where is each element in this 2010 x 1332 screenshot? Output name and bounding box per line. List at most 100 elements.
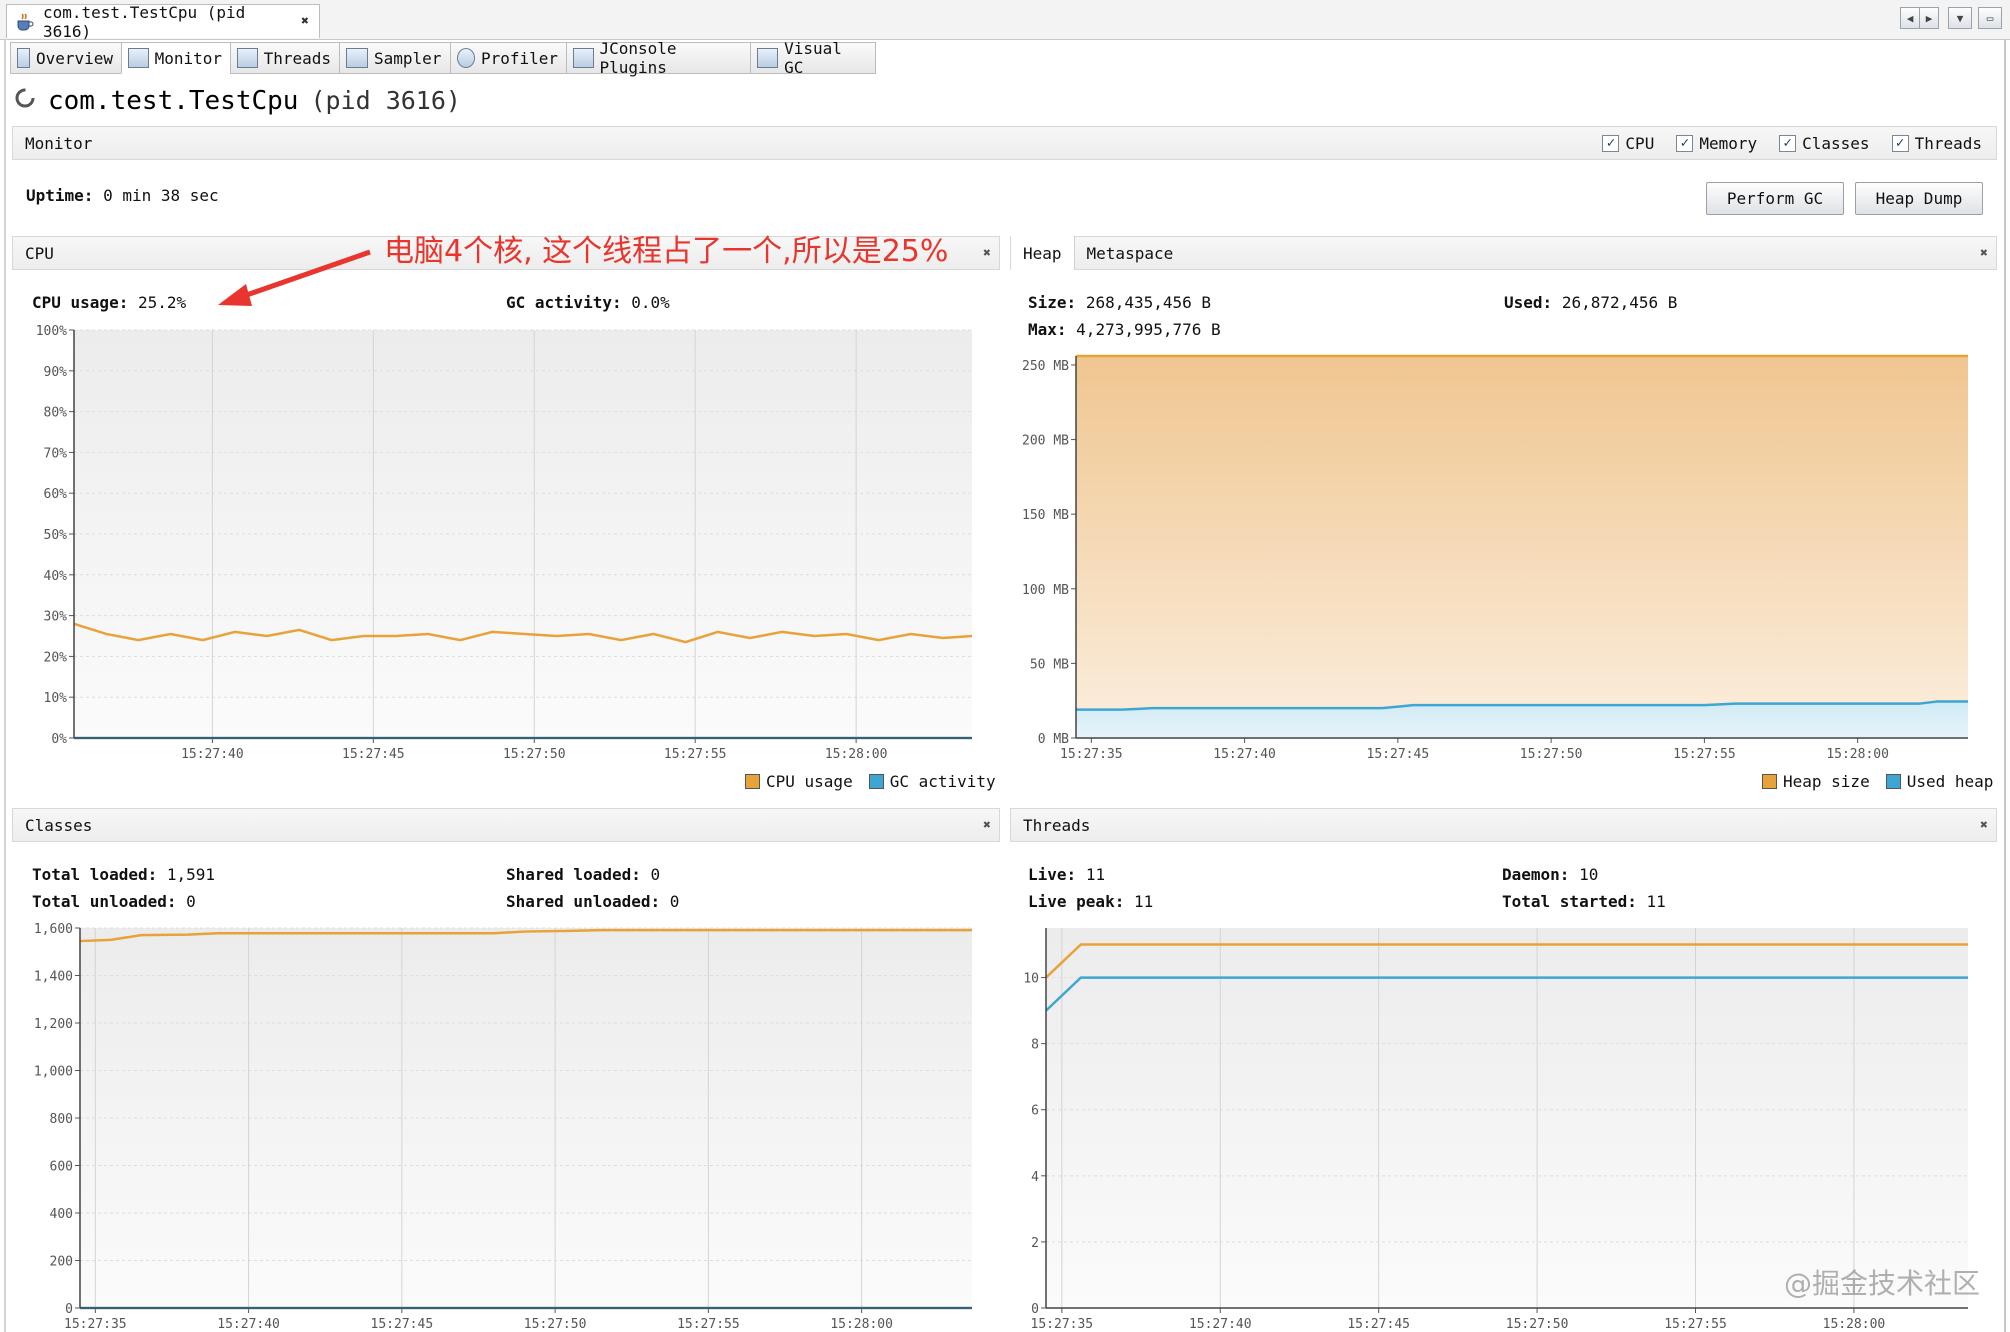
y-tick-label: 0 (1031, 1302, 1039, 1317)
y-tick-label: 90% (44, 365, 68, 380)
stat-value: 11 (1133, 892, 1154, 911)
y-tick-label: 60% (44, 487, 68, 502)
visual-gc-icon (757, 48, 779, 68)
stat-value: 11 (1646, 892, 1666, 911)
x-tick-label: 15:28:00 (1823, 1317, 1886, 1332)
x-tick-label: 15:27:35 (64, 1317, 127, 1332)
tab-threads[interactable]: Threads (230, 42, 340, 74)
live-threads-stat: Live: 11 (1028, 865, 1105, 884)
x-tick-label: 15:27:50 (1520, 747, 1583, 762)
checkbox-memory[interactable]: ✓ Memory (1676, 134, 1757, 153)
close-panel-icon[interactable]: ✖ (1980, 818, 1988, 833)
view-tabs: Overview Monitor Threads Sampler Profile… (10, 39, 876, 77)
shared-unloaded-stat: Shared unloaded: 0 (506, 892, 679, 911)
document-tab[interactable]: com.test.TestCpu (pid 3616) ✖ (6, 3, 320, 41)
dropdown-icon[interactable]: ▼ (1948, 7, 1972, 29)
uptime-value: 0 min 38 sec (103, 186, 219, 205)
y-tick-label: 200 (50, 1255, 73, 1270)
x-tick-label: 15:27:55 (677, 1317, 740, 1332)
x-tick-label: 15:27:40 (1213, 747, 1276, 762)
legend-swatch (745, 774, 760, 789)
x-tick-label: 15:27:45 (1347, 1317, 1410, 1332)
stat-label: Daemon: (1502, 865, 1570, 884)
stat-value: 0.0% (631, 293, 670, 312)
panel-title: Classes (25, 815, 93, 835)
tab-label: Overview (35, 48, 113, 68)
y-tick-label: 0 (65, 1302, 73, 1317)
threads-icon (237, 48, 258, 68)
y-tick-label: 1,400 (34, 970, 73, 985)
checkbox-threads[interactable]: ✓ Threads (1891, 134, 1982, 153)
heap-size-stat: Size: 268,435,456 B (1028, 293, 1211, 312)
tab-label: Visual GC (784, 39, 842, 77)
tab-visual-gc[interactable]: Visual GC (750, 39, 876, 77)
tab-monitor[interactable]: Monitor (121, 42, 231, 74)
cpu-chart: 0% 10% 20% 30% 40% 50% 60% 70% 80% 90% 100% 15:27:4… (36, 324, 973, 762)
y-tick-label: 150 MB (1022, 508, 1069, 523)
tab-jconsole-plugins[interactable]: JConsole Plugins (566, 39, 751, 77)
annotation-text: 电脑4个核, 这个线程占了一个,所以是25% (384, 234, 949, 269)
legend-item: CPU usage (745, 772, 853, 791)
close-panel-icon[interactable]: ✖ (1980, 246, 1988, 261)
maximize-icon[interactable]: ▭ (1978, 7, 2002, 29)
tab-heap[interactable]: Heap (1011, 236, 1075, 270)
close-panel-icon[interactable]: ✖ (983, 818, 991, 833)
checkbox-classes[interactable]: ✓ Classes (1779, 133, 1870, 153)
checkbox-label: Memory (1699, 133, 1758, 153)
stat-label: Total loaded: (32, 865, 158, 884)
close-panel-icon[interactable]: ✖ (983, 246, 991, 261)
tab-metaspace[interactable]: Metaspace (1075, 244, 1186, 263)
stat-value: 10 (1579, 865, 1599, 884)
x-tick-label: 15:27:35 (1060, 747, 1123, 762)
series-area (1076, 356, 1968, 738)
check-icon: ✓ (1602, 134, 1620, 152)
tab-profiler[interactable]: Profiler (450, 42, 567, 74)
heap-dump-button[interactable]: Heap Dump (1855, 182, 1983, 215)
scroll-left-icon[interactable]: ◀ (1900, 7, 1920, 29)
y-tick-label: 600 (50, 1160, 73, 1175)
x-tick-label: 15:27:55 (664, 747, 727, 762)
x-tick-label: 15:27:40 (1189, 1317, 1252, 1332)
stat-value: 0 (186, 892, 196, 911)
classes-panel-header: Classes ✖ (12, 808, 1000, 842)
legend-swatch (1885, 774, 1901, 789)
close-icon[interactable]: ✖ (301, 14, 309, 29)
stat-label: Shared loaded: (506, 865, 641, 884)
stat-label: Size: (1028, 293, 1077, 312)
checkbox-label: Classes (1802, 133, 1870, 153)
stat-label: CPU usage: (32, 293, 129, 312)
shared-loaded-stat: Shared loaded: 0 (506, 865, 660, 884)
y-tick-label: 4 (1031, 1170, 1039, 1185)
legend-item: GC activity (868, 772, 996, 791)
legend-label: GC activity (889, 772, 996, 791)
panel-title: CPU (25, 243, 54, 263)
y-tick-label: 40% (44, 569, 68, 584)
y-tick-label: 100% (36, 324, 67, 339)
scroll-right-icon[interactable]: ▶ (1919, 7, 1939, 29)
check-icon: ✓ (1779, 134, 1797, 152)
checkbox-label: CPU (1625, 133, 1655, 153)
tab-overview[interactable]: Overview (10, 42, 122, 74)
loading-spinner-icon (14, 87, 36, 109)
stat-label: Total unloaded: (32, 892, 177, 911)
perform-gc-button[interactable]: Perform GC (1706, 182, 1844, 215)
legend-swatch (868, 774, 884, 789)
stat-value: 4,273,995,776 B (1076, 320, 1221, 339)
x-tick-label: 15:28:00 (1826, 747, 1889, 762)
y-tick-label: 2 (1031, 1236, 1039, 1251)
annotation-arrow (218, 249, 371, 306)
checkbox-cpu[interactable]: ✓ CPU (1602, 134, 1654, 153)
tab-label: Sampler (374, 48, 442, 68)
y-tick-label: 100 MB (1022, 583, 1069, 598)
stat-label: Used: (1504, 293, 1553, 312)
stat-value: 26,872,456 B (1561, 293, 1678, 312)
y-tick-label: 800 (50, 1112, 73, 1127)
tab-sampler[interactable]: Sampler (339, 42, 451, 74)
x-tick-label: 15:27:50 (524, 1317, 587, 1332)
legend-label: CPU usage (766, 772, 853, 791)
y-tick-label: 10 (1023, 972, 1039, 987)
gc-activity-stat: GC activity: 0.0% (506, 293, 670, 312)
y-tick-label: 30% (44, 610, 68, 625)
x-tick-label: 15:27:45 (371, 1317, 434, 1332)
y-tick-label: 20% (44, 650, 68, 665)
